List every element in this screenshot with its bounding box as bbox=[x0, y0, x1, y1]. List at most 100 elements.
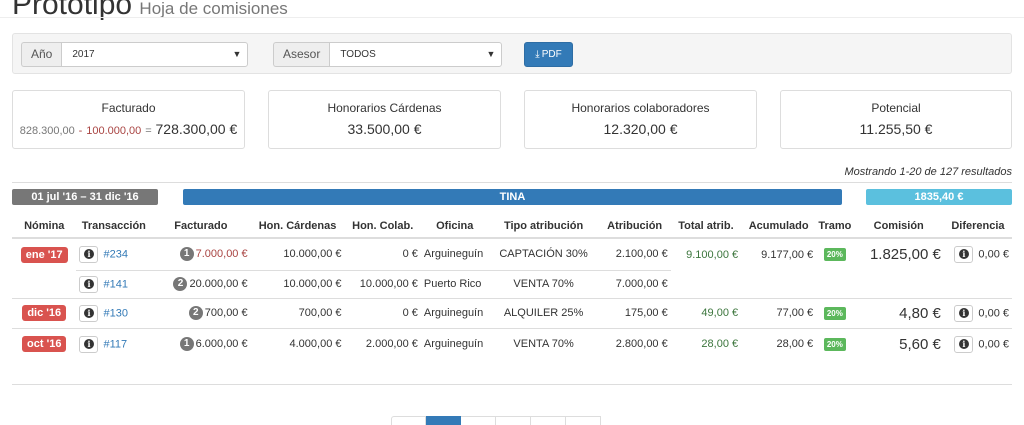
year-select-value: 2017 bbox=[72, 49, 95, 60]
tramo-badge: 20% bbox=[823, 306, 846, 320]
col-tramo[interactable]: Tramo bbox=[816, 214, 854, 239]
pagination-page[interactable] bbox=[531, 416, 566, 425]
diferencia-cell bbox=[944, 270, 1012, 298]
acumulado-cell: 9.177,00 € bbox=[741, 237, 817, 270]
table-row: oct '16 i #117 1 6.000,00 € 4.000,00 € 2.0… bbox=[12, 327, 1012, 360]
col-acumulado[interactable]: Acumulado bbox=[741, 214, 817, 239]
info-icon: i bbox=[958, 338, 969, 349]
transaction-link[interactable]: #141 bbox=[103, 278, 127, 290]
comision-cell: 1.825,00 € bbox=[869, 246, 941, 263]
total-atrib-cell: 49,00 € bbox=[670, 297, 742, 328]
table-row: i #141 2 20.000,00 € 10.000,00 € 10.000,00… bbox=[12, 269, 1012, 298]
info-button[interactable]: i bbox=[79, 275, 99, 293]
pagination-page[interactable] bbox=[566, 416, 601, 425]
col-tipo-atribucion[interactable]: Tipo atribución bbox=[488, 214, 599, 239]
comision-cell: 4,80 € bbox=[899, 304, 941, 322]
count-badge: 2 bbox=[188, 306, 203, 320]
count-badge: 1 bbox=[179, 247, 194, 262]
pagination-page[interactable] bbox=[496, 416, 531, 425]
info-button[interactable]: i bbox=[954, 304, 974, 322]
nomina-empty bbox=[12, 270, 76, 298]
pagination-page[interactable] bbox=[461, 416, 496, 425]
comision-cell: 5,60 € bbox=[899, 335, 941, 353]
info-button[interactable]: i bbox=[954, 246, 974, 263]
info-icon: i bbox=[83, 248, 94, 259]
oficina-cell: Arguineguín bbox=[420, 297, 489, 328]
table-header-row: Nómina Transacción Facturado Hon. Cárden… bbox=[12, 214, 1012, 239]
total-atrib-cell: 9.100,00 € bbox=[670, 237, 742, 270]
tipo-cell: VENTA 70% bbox=[488, 269, 599, 298]
total-atrib-cell: 28,00 € bbox=[670, 327, 742, 360]
page-header: Prototipo Hoja de comisiones bbox=[12, 0, 288, 21]
info-icon: i bbox=[958, 249, 969, 259]
honorarios-cardenas-label: Honorarios Cárdenas bbox=[327, 101, 442, 115]
hon-colab-cell: 0 € bbox=[344, 237, 421, 270]
chevron-down-icon: ▼ bbox=[486, 49, 496, 59]
info-button[interactable]: i bbox=[79, 304, 99, 322]
col-total-atrib[interactable]: Total atrib. bbox=[670, 214, 742, 239]
info-button[interactable]: i bbox=[79, 245, 99, 263]
download-icon: ⤓ bbox=[535, 49, 540, 60]
hon-cardenas-cell: 10.000,00 € bbox=[250, 237, 345, 270]
facturado-minus: - bbox=[78, 125, 83, 137]
potencial-card: Potencial 11.255,50 € bbox=[780, 90, 1012, 149]
col-nomina[interactable]: Nómina bbox=[12, 214, 77, 239]
transaction-link[interactable]: #117 bbox=[103, 338, 127, 350]
diferencia-cell: 0,00 € bbox=[978, 338, 1009, 351]
nomina-badge: oct '16 bbox=[22, 336, 67, 353]
count-badge: 1 bbox=[179, 337, 194, 352]
transaction-link[interactable]: #130 bbox=[103, 307, 127, 319]
acumulado-cell: 77,00 € bbox=[741, 297, 817, 328]
page-subtitle: Hoja de comisiones bbox=[139, 0, 288, 18]
advisor-label: Asesor bbox=[273, 42, 330, 67]
atribucion-cell: 175,00 € bbox=[598, 297, 671, 328]
potencial-value: 11.255,50 € bbox=[859, 121, 933, 137]
hon-cardenas-cell: 4.000,00 € bbox=[250, 327, 345, 360]
tipo-cell: ALQUILER 25% bbox=[488, 297, 599, 328]
facturado-card: Facturado 828.300,00 - 100.000,00 = 728.… bbox=[12, 90, 245, 149]
year-filter: Año 2017 ▼ bbox=[21, 42, 249, 67]
facturado-cell: 20.000,00 € bbox=[189, 277, 248, 290]
info-icon: i bbox=[83, 307, 94, 318]
facturado-deduction: 100.000,00 bbox=[86, 125, 142, 137]
col-diferencia[interactable]: Diferencia bbox=[943, 214, 1012, 239]
tramo-badge: 20% bbox=[823, 248, 846, 261]
hon-cardenas-cell: 10.000,00 € bbox=[250, 269, 345, 298]
count-badge: 2 bbox=[173, 277, 188, 291]
info-button[interactable]: i bbox=[954, 335, 974, 353]
facturado-equals: = bbox=[145, 125, 152, 137]
honorarios-cardenas-card: Honorarios Cárdenas 33.500,00 € bbox=[268, 90, 501, 149]
year-select[interactable]: 2017 ▼ bbox=[61, 42, 249, 67]
honorarios-colaboradores-card: Honorarios colaboradores 12.320,00 € bbox=[524, 90, 757, 149]
info-button[interactable]: i bbox=[79, 335, 99, 353]
hon-cardenas-cell: 700,00 € bbox=[250, 297, 345, 328]
tipo-cell: CAPTACIÓN 30% bbox=[488, 237, 599, 270]
acumulado-cell: 28,00 € bbox=[741, 327, 817, 360]
year-label: Año bbox=[21, 42, 62, 67]
atribucion-cell: 7.000,00 € bbox=[598, 269, 671, 298]
facturado-cell: 7.000,00 € bbox=[195, 248, 248, 261]
table-bottom-divider bbox=[12, 384, 1012, 385]
col-atribucion[interactable]: Atribución bbox=[598, 214, 671, 239]
nomina-badge: ene '17 bbox=[20, 246, 68, 263]
col-facturado[interactable]: Facturado bbox=[151, 214, 251, 239]
pagination-page[interactable] bbox=[426, 416, 461, 425]
pagination bbox=[391, 416, 601, 425]
table-row: ene '17 i #234 1 7.000,00 € 10.000,00 € 0 … bbox=[12, 237, 1012, 270]
pdf-export-button[interactable]: ⤓ PDF bbox=[524, 42, 573, 67]
pagination-page[interactable] bbox=[391, 416, 426, 425]
col-transaccion[interactable]: Transacción bbox=[76, 214, 152, 239]
info-icon: i bbox=[958, 307, 969, 318]
honorarios-colaboradores-label: Honorarios colaboradores bbox=[571, 101, 710, 115]
period-total-bar: 1835,40 € bbox=[866, 189, 1012, 205]
diferencia-cell: 0,00 € bbox=[978, 248, 1009, 261]
oficina-cell: Puerto Rico bbox=[420, 269, 489, 298]
col-hon-colab[interactable]: Hon. Colab. bbox=[344, 214, 421, 239]
col-comision[interactable]: Comisión bbox=[853, 214, 944, 239]
advisor-select[interactable]: TODOS ▼ bbox=[329, 42, 503, 67]
tramo-cell bbox=[816, 270, 853, 298]
potencial-label: Potencial bbox=[871, 101, 921, 115]
transaction-link[interactable]: #234 bbox=[103, 248, 127, 260]
col-hon-cardenas[interactable]: Hon. Cárdenas bbox=[250, 214, 345, 239]
col-oficina[interactable]: Oficina bbox=[420, 214, 489, 239]
